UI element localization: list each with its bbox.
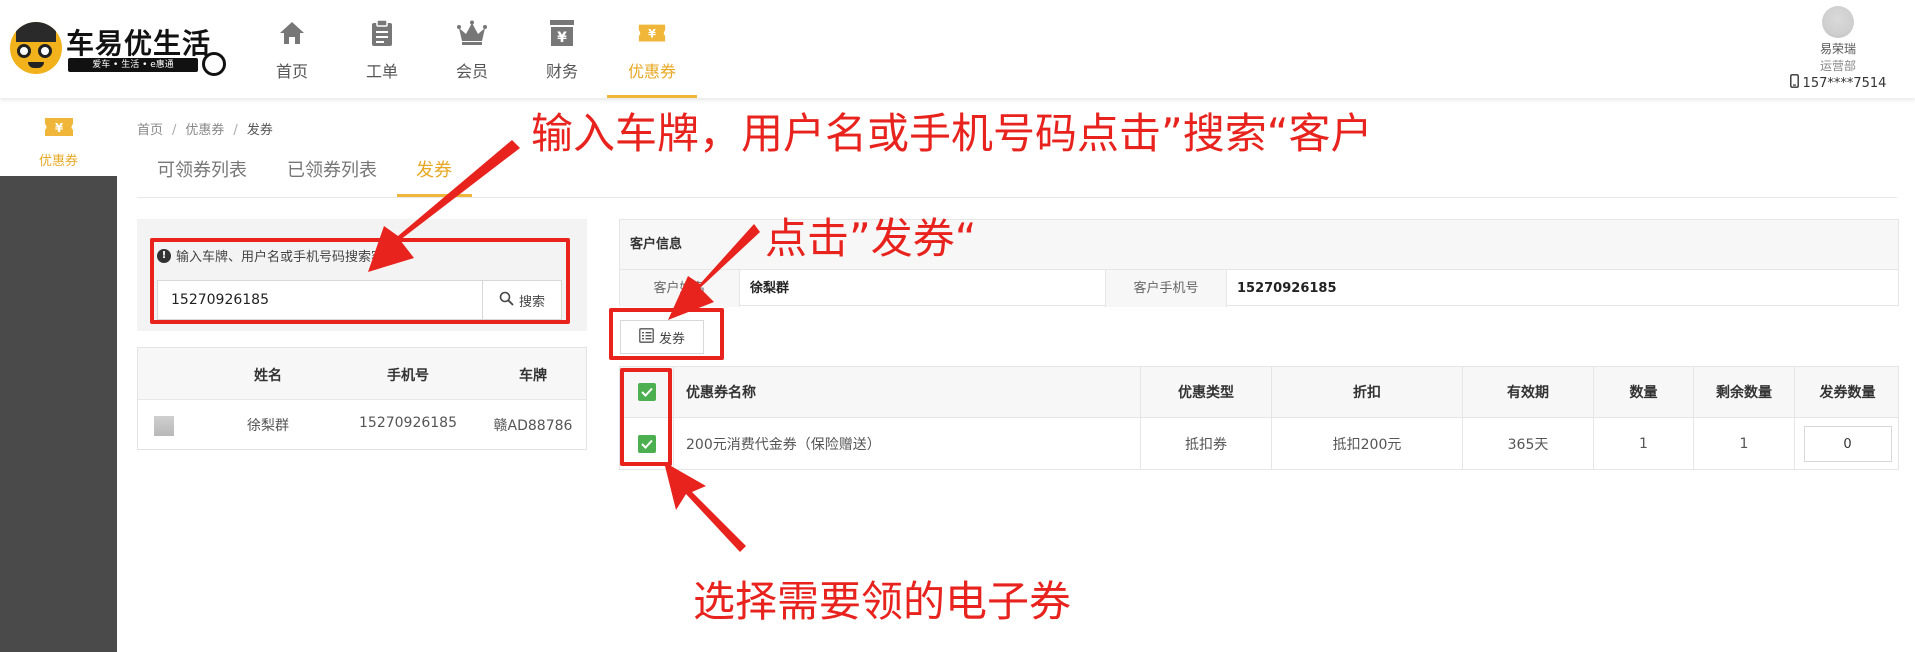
list-icon	[639, 327, 654, 347]
col-coupon-type: 优惠类型	[1141, 367, 1272, 417]
annotation-search-text: 输入车牌，用户名或手机号码点击”搜索“客户	[531, 109, 1373, 158]
nav-home[interactable]: 首页	[247, 0, 337, 98]
annotation-issue-text: 点击”发券“	[765, 214, 977, 263]
avatar	[1822, 6, 1854, 38]
breadcrumb-coupon[interactable]: 优惠券	[185, 123, 224, 138]
customer-name: 徐梨群	[247, 418, 289, 434]
issue-coupon-button[interactable]: 发券	[620, 320, 704, 354]
coupon-table-header: 优惠券名称 优惠类型 折扣 有效期 数量 剩余数量 发券数量	[620, 367, 1898, 418]
customer-phone-label: 客户手机号	[1106, 270, 1227, 307]
coupon-table: 优惠券名称 优惠类型 折扣 有效期 数量 剩余数量 发券数量 200元消费代金券…	[619, 366, 1899, 470]
sidebar-item-coupon[interactable]: ¥ 优惠券	[0, 98, 117, 176]
customer-phone-value: 15270926185	[1237, 281, 1337, 296]
breadcrumb-home[interactable]: 首页	[137, 123, 163, 138]
nav-coupon-label: 优惠券	[627, 62, 676, 81]
nav-coupon[interactable]: ¥ 优惠券	[607, 0, 697, 98]
breadcrumb-issue: 发券	[246, 123, 273, 138]
tab-received[interactable]: 已领券列表	[287, 156, 377, 182]
issue-qty-cell	[1795, 418, 1900, 470]
coupon-icon: ¥	[637, 18, 667, 48]
col-coupon-name: 优惠券名称	[674, 367, 1141, 417]
sidebar-item-coupon-label: 优惠券	[38, 154, 78, 169]
coupon-discount: 抵扣200元	[1272, 418, 1463, 470]
brand-tagline: 爱车 • 生活 • e惠通	[68, 58, 198, 72]
col-issue-qty: 发券数量	[1819, 385, 1876, 401]
row-checkbox[interactable]	[620, 418, 674, 470]
search-input[interactable]	[157, 280, 482, 320]
home-icon	[277, 18, 307, 48]
col-discount: 折扣	[1272, 367, 1463, 417]
customer-name-label: 客户姓名	[620, 270, 740, 307]
col-validity: 有效期	[1463, 367, 1594, 417]
sidebar: ¥ 优惠券	[0, 98, 117, 652]
nav-finance-label: 财务	[545, 62, 578, 81]
col-phone: 手机号	[387, 368, 429, 384]
active-tab-indicator	[397, 194, 472, 197]
col-remaining: 剩余数量	[1694, 367, 1795, 417]
select-all-checkbox[interactable]	[620, 367, 674, 417]
table-row[interactable]: 200元消费代金券（保险赠送） 抵扣券 抵扣200元 365天 1 1	[620, 418, 1898, 470]
user-name: 易荣瑞	[1819, 42, 1856, 56]
search-button-label: 搜索	[518, 294, 545, 310]
tab-issue[interactable]: 发券	[416, 156, 452, 182]
brand-logo[interactable]: 车易优生活 爱车 • 生活 • e惠通	[10, 20, 226, 76]
customer-name-value: 徐梨群	[740, 270, 1106, 307]
svg-text:¥: ¥	[55, 121, 64, 135]
search-hint-text: 输入车牌、用户名或手机号码搜索客户	[176, 250, 398, 265]
coupon-validity: 365天	[1463, 418, 1594, 470]
customer-info-row: 客户姓名 徐梨群 客户手机号 15270926185	[620, 270, 1898, 307]
user-dept: 运营部	[1819, 59, 1856, 73]
search-button[interactable]: 搜索	[482, 280, 562, 320]
user-phone: 157****7514	[1802, 75, 1887, 91]
svg-text:¥: ¥	[648, 28, 656, 41]
nav-member[interactable]: 会员	[427, 0, 517, 98]
nav-workorder-label: 工单	[365, 62, 398, 81]
coupon-name: 200元消费代金券（保险赠送）	[674, 418, 1141, 470]
customer-table-header: 姓名 手机号 车牌	[138, 348, 586, 400]
coupon-quantity: 1	[1594, 418, 1694, 470]
search-icon	[499, 291, 514, 310]
col-plate: 车牌	[519, 368, 547, 384]
customer-plate: 赣AD88786	[493, 418, 573, 434]
avatar	[154, 416, 174, 436]
coupon-remaining: 1	[1694, 418, 1795, 470]
annotation-select-text: 选择需要领的电子券	[693, 577, 1072, 626]
search-hint: ! 输入车牌、用户名或手机号码搜索客户	[157, 246, 397, 265]
tab-available[interactable]: 可领券列表	[157, 156, 247, 182]
breadcrumb: 首页 / 优惠券 / 发券	[137, 123, 273, 138]
brand-name: 车易优生活	[66, 27, 212, 60]
search-card: ! 输入车牌、用户名或手机号码搜索客户 搜索	[137, 219, 587, 331]
mobile-phone-icon	[1789, 74, 1799, 92]
mascot-face-icon	[10, 22, 62, 74]
nav-finance[interactable]: ¥ 财务	[517, 0, 607, 98]
nav-member-label: 会员	[455, 62, 488, 81]
checkmark-icon	[637, 435, 656, 453]
issue-coupon-button-label: 发券	[658, 331, 685, 347]
col-quantity: 数量	[1594, 367, 1694, 417]
customer-table: 姓名 手机号 车牌 徐梨群 15270926185 赣AD88786	[137, 347, 587, 450]
nav-workorder[interactable]: 工单	[337, 0, 427, 98]
coupon-icon: ¥	[42, 114, 76, 144]
info-icon: !	[157, 248, 171, 263]
user-profile[interactable]: 易荣瑞 运营部 157****7514	[1783, 6, 1893, 92]
ball-icon	[202, 52, 226, 76]
user-phone-row: 157****7514	[1783, 74, 1893, 92]
finance-icon: ¥	[547, 18, 577, 48]
nav-home-label: 首页	[275, 62, 308, 81]
coupon-type: 抵扣券	[1141, 418, 1272, 470]
col-name: 姓名	[254, 368, 282, 384]
crown-icon	[457, 18, 487, 48]
top-header: 车易优生活 爱车 • 生活 • e惠通 首页 工单 会员 ¥ 财务 ¥ 优惠券 …	[0, 0, 1915, 98]
table-row[interactable]: 徐梨群 15270926185 赣AD88786	[138, 400, 586, 450]
customer-phone: 15270926185	[359, 415, 457, 431]
issue-qty-input[interactable]	[1803, 426, 1892, 462]
svg-text:¥: ¥	[557, 30, 567, 46]
checkmark-icon	[637, 383, 656, 401]
clipboard-icon	[367, 18, 397, 48]
